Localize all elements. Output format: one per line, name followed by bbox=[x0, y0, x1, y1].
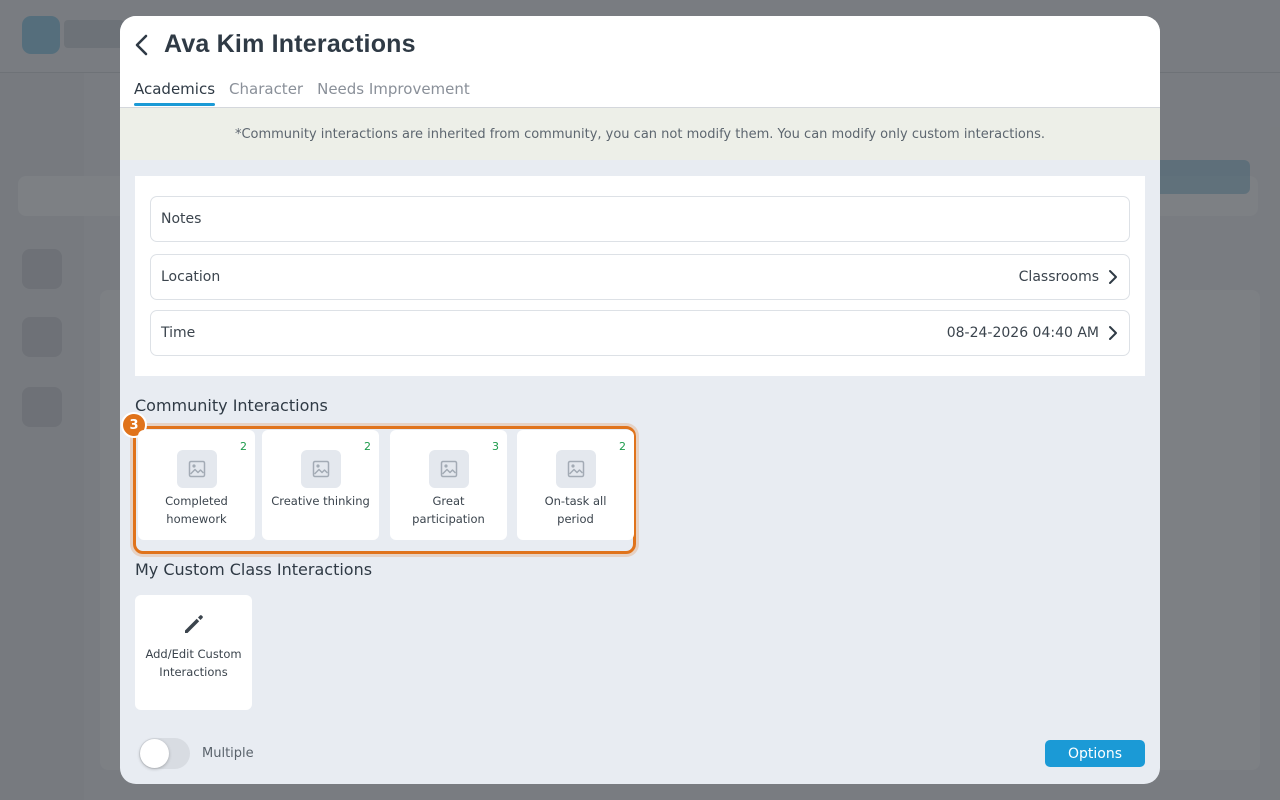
image-placeholder-icon bbox=[567, 460, 585, 478]
location-value-group: Classrooms bbox=[1019, 269, 1119, 285]
pencil-icon bbox=[185, 615, 203, 633]
modal-header: Ava Kim Interactions Academics Character… bbox=[120, 16, 1160, 108]
location-label: Location bbox=[161, 269, 221, 285]
tab-character[interactable]: Character bbox=[229, 80, 303, 104]
interaction-name: Creative thinking bbox=[271, 494, 370, 508]
tab-bar: Academics Character Needs Improvement bbox=[134, 80, 470, 106]
back-button[interactable] bbox=[128, 30, 154, 60]
interaction-thumbnail bbox=[429, 450, 469, 488]
notes-label: Notes bbox=[161, 211, 202, 227]
multiple-label: Multiple bbox=[202, 746, 254, 761]
chevron-left-icon bbox=[135, 34, 148, 56]
interaction-name: Great participation bbox=[412, 494, 485, 526]
time-label: Time bbox=[161, 325, 196, 341]
interaction-count: 2 bbox=[240, 440, 247, 453]
time-value: 08-24-2026 04:40 AM bbox=[946, 325, 1099, 341]
interaction-card-great-participation[interactable]: 3 Great participation bbox=[390, 430, 507, 540]
location-field[interactable]: Location Classrooms bbox=[150, 254, 1130, 300]
interaction-card-completed-homework[interactable]: 2 Completed homework bbox=[138, 430, 255, 540]
toggle-knob bbox=[140, 739, 169, 768]
multiple-toggle[interactable] bbox=[139, 738, 190, 769]
tab-academics[interactable]: Academics bbox=[134, 80, 216, 106]
chevron-right-icon bbox=[1109, 270, 1117, 284]
custom-interactions-title: My Custom Class Interactions bbox=[135, 560, 373, 579]
interaction-count: 3 bbox=[492, 440, 499, 453]
details-form: Notes Location Classrooms Time 08-24-202… bbox=[135, 176, 1145, 376]
tab-needs-improvement[interactable]: Needs Improvement bbox=[317, 80, 470, 104]
interaction-name: On-task all period bbox=[544, 494, 607, 526]
image-placeholder-icon bbox=[312, 460, 330, 478]
add-edit-label: Add/Edit Custom Interactions bbox=[145, 647, 242, 679]
inheritance-notice: *Community interactions are inherited fr… bbox=[120, 108, 1160, 160]
location-value: Classrooms bbox=[1018, 269, 1099, 285]
community-interactions-title: Community Interactions bbox=[135, 396, 328, 415]
interaction-name: Completed homework bbox=[165, 494, 228, 526]
interaction-card-creative-thinking[interactable]: 2 Creative thinking bbox=[262, 430, 379, 540]
interactions-modal: Ava Kim Interactions Academics Character… bbox=[120, 16, 1160, 784]
chevron-right-icon bbox=[1109, 326, 1117, 340]
notes-field[interactable]: Notes bbox=[150, 196, 1130, 242]
image-placeholder-icon bbox=[440, 460, 458, 478]
add-edit-custom-interactions-button[interactable]: Add/Edit Custom Interactions bbox=[135, 595, 252, 710]
interaction-thumbnail bbox=[301, 450, 341, 488]
interaction-thumbnail bbox=[556, 450, 596, 488]
time-value-group: 08-24-2026 04:40 AM bbox=[947, 325, 1119, 341]
interaction-count: 2 bbox=[364, 440, 371, 453]
modal-title: Ava Kim Interactions bbox=[164, 30, 416, 58]
interaction-thumbnail bbox=[177, 450, 217, 488]
interaction-count: 2 bbox=[619, 440, 626, 453]
options-button[interactable]: Options bbox=[1045, 740, 1145, 767]
interaction-card-on-task-all-period[interactable]: 2 On-task all period bbox=[517, 430, 634, 540]
time-field[interactable]: Time 08-24-2026 04:40 AM bbox=[150, 310, 1130, 356]
image-placeholder-icon bbox=[188, 460, 206, 478]
